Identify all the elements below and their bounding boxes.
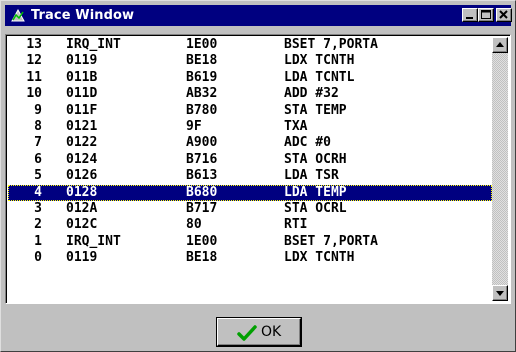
trace-index: 9 xyxy=(34,102,42,118)
trace-instruction: BSET 7,PORTA xyxy=(284,37,378,52)
scroll-up-button[interactable] xyxy=(492,37,508,53)
trace-index: 1 xyxy=(34,233,42,249)
trace-row[interactable]: 2 012C 80 RTI xyxy=(8,217,492,233)
trace-row[interactable]: 11 011B B619 LDA TCNTL xyxy=(8,70,492,86)
maximize-icon xyxy=(481,10,491,19)
title-bar[interactable]: Trace Window xyxy=(5,5,512,26)
trace-opcode: 80 xyxy=(186,217,202,233)
trace-index: 5 xyxy=(34,168,42,184)
close-icon xyxy=(499,10,508,19)
trace-instruction: RTI xyxy=(284,217,308,233)
vertical-scrollbar[interactable] xyxy=(492,37,508,301)
trace-address: 0121 xyxy=(66,118,98,134)
arrow-down-icon xyxy=(496,291,504,296)
trace-instruction: BSET 7,PORTA xyxy=(284,233,378,249)
trace-index: 10 xyxy=(26,86,42,102)
trace-opcode: BE18 xyxy=(186,250,218,266)
trace-opcode: AB32 xyxy=(186,86,218,102)
trace-instruction: ADC #0 xyxy=(284,135,331,151)
ok-button[interactable]: OK xyxy=(217,318,301,346)
trace-instruction: STA TEMP xyxy=(284,102,347,118)
trace-instruction: ADD #32 xyxy=(284,86,339,102)
arrow-up-icon xyxy=(496,42,504,47)
trace-row[interactable]: 10 011D AB32 ADD #32 xyxy=(8,86,492,102)
trace-index: 3 xyxy=(34,200,42,216)
trace-address: 012A xyxy=(66,200,98,216)
trace-app-icon xyxy=(11,9,25,22)
trace-address: 012C xyxy=(66,217,98,233)
trace-opcode: BE18 xyxy=(186,53,218,69)
trace-window: Trace Window 13 IRQ_INT 1E00 BSET 7,PORT xyxy=(0,0,516,352)
minimize-icon xyxy=(466,17,473,19)
trace-row[interactable]: 8 0121 9F TXA xyxy=(8,119,492,135)
trace-address: 0128 xyxy=(66,184,98,200)
trace-index: 6 xyxy=(34,151,42,167)
trace-opcode: B716 xyxy=(186,151,218,167)
trace-address: 0126 xyxy=(66,168,98,184)
trace-row[interactable]: 13 IRQ_INT 1E00 BSET 7,PORTA xyxy=(8,37,492,53)
trace-row[interactable]: 6 0124 B716 STA OCRH xyxy=(8,152,492,168)
trace-instruction: LDX TCNTH xyxy=(284,53,355,69)
trace-list[interactable]: 13 IRQ_INT 1E00 BSET 7,PORTA 12 0119 BE1… xyxy=(5,34,511,304)
window-title: Trace Window xyxy=(31,8,135,23)
trace-row[interactable]: 9 011F B780 STA TEMP xyxy=(8,103,492,119)
trace-index: 0 xyxy=(34,250,42,266)
minimize-button[interactable] xyxy=(462,8,478,22)
trace-address: 011B xyxy=(66,69,98,85)
trace-instruction: LDX TCNTH xyxy=(284,250,355,266)
trace-address: 0122 xyxy=(66,135,98,151)
trace-row[interactable]: 3 012A B717 STA OCRL xyxy=(8,201,492,217)
trace-index: 4 xyxy=(34,184,42,200)
trace-rows: 13 IRQ_INT 1E00 BSET 7,PORTA 12 0119 BE1… xyxy=(8,37,492,266)
trace-opcode: B619 xyxy=(186,69,218,85)
trace-opcode: 9F xyxy=(186,118,202,134)
trace-address: 011F xyxy=(66,102,98,118)
trace-index: 11 xyxy=(26,69,42,85)
trace-address: 0119 xyxy=(66,250,98,266)
trace-row[interactable]: 1 IRQ_INT 1E00 BSET 7,PORTA xyxy=(8,234,492,250)
ok-button-label: OK xyxy=(261,324,282,340)
trace-row[interactable]: 0 0119 BE18 LDX TCNTH xyxy=(8,250,492,266)
trace-index: 12 xyxy=(26,53,42,69)
checkmark-icon xyxy=(237,325,257,341)
trace-address: IRQ_INT xyxy=(66,37,121,52)
trace-instruction: LDA TSR xyxy=(284,168,339,184)
trace-instruction: TXA xyxy=(284,118,308,134)
trace-index: 7 xyxy=(34,135,42,151)
trace-row[interactable]: 7 0122 A900 ADC #0 xyxy=(8,135,492,151)
trace-row[interactable]: 12 0119 BE18 LDX TCNTH xyxy=(8,53,492,69)
trace-index: 2 xyxy=(34,217,42,233)
trace-row[interactable]: 5 0126 B613 LDA TSR xyxy=(8,168,492,184)
trace-opcode: 1E00 xyxy=(186,37,218,52)
trace-address: 0124 xyxy=(66,151,98,167)
close-button[interactable] xyxy=(496,8,512,22)
trace-instruction: STA OCRL xyxy=(284,200,347,216)
trace-instruction: LDA TCNTL xyxy=(284,69,355,85)
trace-opcode: B780 xyxy=(186,102,218,118)
trace-opcode: A900 xyxy=(186,135,218,151)
trace-address: 011D xyxy=(66,86,98,102)
trace-instruction: STA OCRH xyxy=(284,151,347,167)
scroll-down-button[interactable] xyxy=(492,285,508,301)
trace-row-selected[interactable]: 4 0128 B680 LDA TEMP xyxy=(8,184,492,201)
trace-opcode: B717 xyxy=(186,200,218,216)
trace-address: IRQ_INT xyxy=(66,233,121,249)
trace-opcode: B613 xyxy=(186,168,218,184)
trace-opcode: B680 xyxy=(186,184,218,200)
trace-address: 0119 xyxy=(66,53,98,69)
trace-index: 8 xyxy=(34,118,42,134)
trace-opcode: 1E00 xyxy=(186,233,218,249)
trace-instruction: LDA TEMP xyxy=(284,184,347,200)
trace-index: 13 xyxy=(26,37,42,52)
maximize-button[interactable] xyxy=(478,8,494,22)
